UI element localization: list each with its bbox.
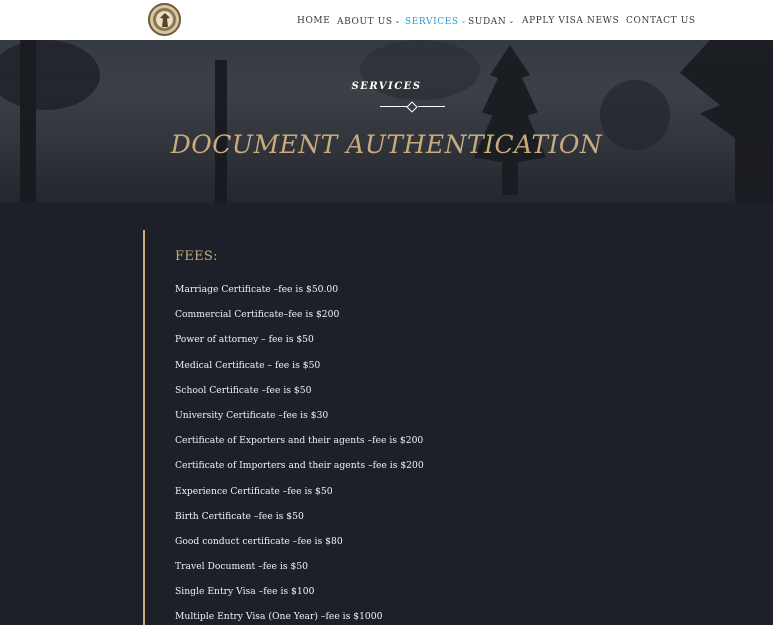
fee-item: Birth Certificate –fee is $50: [175, 510, 304, 522]
content-accent-bar: [143, 230, 145, 625]
hero-banner: SERVICES DOCUMENT AUTHENTICATION: [0, 40, 773, 203]
nav-home[interactable]: HOME: [297, 15, 330, 27]
divider-line: [380, 106, 407, 107]
ornament-divider: [380, 101, 445, 113]
fee-item: Certificate of Exporters and their agent…: [175, 435, 424, 447]
divider-line: [418, 106, 445, 107]
hero-subtitle: SERVICES: [351, 81, 422, 92]
nav-about-us-label: ABOUT US: [337, 17, 393, 27]
eagle-emblem-icon: [160, 13, 170, 27]
fee-item: Single Entry Visa –fee is $100: [175, 586, 315, 598]
chevron-down-icon: ⌄: [394, 17, 402, 25]
nav-apply-visa[interactable]: APPLY VISA: [522, 15, 584, 27]
diamond-icon: [406, 101, 418, 113]
fee-item: Certificate of Importers and their agent…: [175, 460, 424, 472]
nav-sudan[interactable]: SUDAN ⌄: [468, 15, 515, 27]
nav-contact-us-label: CONTACT US: [626, 16, 696, 26]
fee-item: Multiple Entry Visa (One Year) –fee is $…: [175, 611, 383, 623]
nav-news-label: NEWS: [587, 16, 620, 26]
nav-contact-us[interactable]: CONTACT US: [626, 15, 696, 27]
chevron-down-icon: ⌄: [508, 17, 515, 25]
fees-heading: FEES:: [175, 249, 218, 264]
fee-item: School Certificate –fee is $50: [175, 384, 312, 396]
main-content: FEES: Marriage Certificate –fee is $50.0…: [0, 203, 773, 625]
nav-news[interactable]: NEWS: [587, 15, 619, 27]
fee-item: Commercial Certificate–fee is $200: [175, 309, 340, 321]
fee-list: Marriage Certificate –fee is $50.00 Comm…: [175, 284, 424, 625]
nav-sudan-label: SUDAN: [468, 17, 507, 27]
chevron-down-icon: ⌄: [460, 17, 468, 25]
nav-services[interactable]: SERVICES ⌄: [405, 15, 467, 27]
nav-about-us[interactable]: ABOUT US ⌄: [337, 15, 401, 27]
nav-apply-visa-label: APPLY VISA: [522, 16, 584, 26]
nav-services-label: SERVICES: [405, 17, 459, 27]
fee-item: Medical Certificate – fee is $50: [175, 359, 321, 371]
fee-item: University Certificate –fee is $30: [175, 409, 329, 421]
fee-item: Marriage Certificate –fee is $50.00: [175, 284, 339, 295]
fee-item: Good conduct certificate –fee is $80: [175, 535, 343, 547]
nav-home-label: HOME: [297, 16, 331, 26]
fee-item: Travel Document –fee is $50: [175, 561, 309, 573]
hero-overlay: [0, 40, 773, 203]
embassy-logo[interactable]: [148, 3, 181, 36]
page-title: DOCUMENT AUTHENTICATION: [170, 130, 603, 159]
site-header: HOME ABOUT US ⌄ SERVICES ⌄ SUDAN ⌄ APPLY VI…: [0, 0, 773, 40]
fee-item: Power of attorney – fee is $50: [175, 334, 314, 346]
fee-item: Experience Certificate –fee is $50: [175, 485, 333, 497]
